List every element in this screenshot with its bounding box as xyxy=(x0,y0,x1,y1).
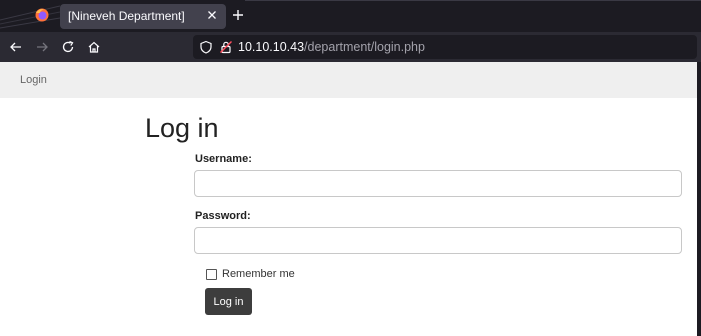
password-input[interactable] xyxy=(194,227,682,254)
url-path: /department/login.php xyxy=(304,40,425,54)
nav-login-link[interactable]: Login xyxy=(20,74,47,86)
theme-streaks xyxy=(0,5,60,29)
shield-icon[interactable] xyxy=(199,40,213,54)
web-page: Login Log in Username: Password: Remembe… xyxy=(0,62,697,336)
browser-tab[interactable]: [Nineveh Department] xyxy=(60,4,226,29)
new-tab-plus-icon[interactable] xyxy=(231,8,245,22)
url-host: 10.10.10.43 xyxy=(238,40,305,54)
tab-title: [Nineveh Department] xyxy=(68,9,185,23)
reload-icon[interactable] xyxy=(61,40,75,54)
remember-me-row[interactable]: Remember me xyxy=(206,268,295,280)
insecure-lock-icon[interactable] xyxy=(219,40,233,54)
password-label: Password: xyxy=(195,210,251,222)
username-label: Username: xyxy=(195,153,252,165)
login-button[interactable]: Log in xyxy=(205,288,252,315)
back-arrow-icon[interactable] xyxy=(9,40,23,54)
page-title: Log in xyxy=(145,113,219,143)
tabstrip-divider xyxy=(245,0,701,1)
home-icon[interactable] xyxy=(87,40,101,54)
address-bar[interactable]: 10.10.10.43/department/login.php xyxy=(193,35,697,59)
firefox-icon[interactable] xyxy=(35,8,49,22)
remember-me-checkbox[interactable] xyxy=(206,268,217,280)
scrollbar-edge xyxy=(697,62,701,336)
tab-strip: [Nineveh Department] xyxy=(0,0,701,32)
url-text[interactable]: 10.10.10.43/department/login.php xyxy=(238,40,425,54)
navigation-toolbar: 10.10.10.43/department/login.php xyxy=(0,32,701,62)
close-icon[interactable] xyxy=(205,8,219,22)
forward-arrow-icon[interactable] xyxy=(35,40,49,54)
username-input[interactable] xyxy=(194,170,682,197)
page-navbar: Login xyxy=(0,62,697,98)
remember-me-label[interactable]: Remember me xyxy=(222,268,295,280)
